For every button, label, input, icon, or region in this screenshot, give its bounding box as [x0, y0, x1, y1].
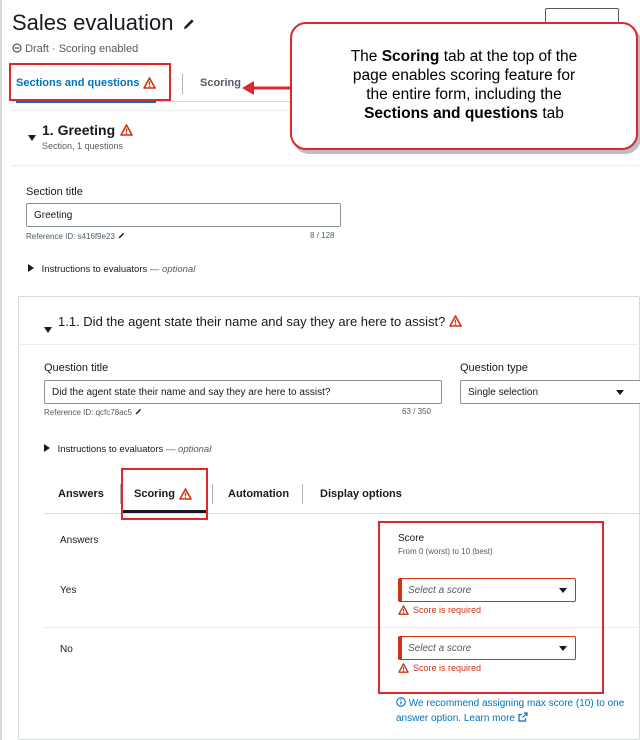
instructions-label: Instructions to evaluators: [41, 264, 148, 275]
question-char-count: 63 / 350: [402, 407, 431, 416]
left-frame-border: [0, 0, 2, 740]
instructions-label: Instructions to evaluators: [57, 444, 164, 455]
tab-automation[interactable]: Automation: [228, 488, 289, 500]
callout-text-part: tab: [538, 104, 564, 122]
highlight-box-score-column: [378, 521, 604, 694]
dropdown-arrow-icon: [616, 389, 624, 395]
instructions-optional: — optional: [149, 264, 196, 275]
question-instructions-toggle[interactable]: Instructions to evaluators — optional: [44, 444, 211, 455]
tab-display-options[interactable]: Display options: [320, 488, 402, 500]
section-subtitle: Section, 1 questions: [42, 141, 124, 151]
answer-no: No: [60, 644, 73, 655]
callout-text-part: The: [350, 48, 382, 66]
section-char-count: 8 / 128: [310, 231, 335, 240]
callout-text-part: the entire form, including the: [366, 86, 562, 103]
caret-right-icon: [28, 264, 34, 272]
recommendation-text: We recommend assigning max score (10) to…: [396, 698, 625, 724]
question-type-label: Question type: [460, 362, 528, 374]
tab-answers[interactable]: Answers: [58, 488, 104, 500]
callout-arrow: [242, 81, 292, 95]
question-type-select[interactable]: Single selection: [460, 380, 640, 404]
section-header: 1. Greeting: [42, 122, 133, 140]
status-scoring: Scoring enabled: [58, 43, 139, 55]
warning-icon: [119, 124, 133, 136]
callout-text: The Scoring tab at the top of the page e…: [351, 48, 578, 124]
section-collapse-toggle[interactable]: [28, 128, 36, 146]
score-recommendation[interactable]: We recommend assigning max score (10) to…: [396, 697, 640, 726]
callout-text-part: tab at the top of the: [439, 48, 578, 66]
tab-divider: [212, 484, 213, 504]
external-link-icon: [518, 711, 528, 722]
caret-right-icon: [44, 444, 50, 452]
tab-divider: [182, 74, 183, 94]
question-collapse-toggle[interactable]: [44, 320, 52, 338]
reference-id-text: Reference ID: s416f9e23: [26, 232, 115, 241]
question-reference-id: Reference ID: qcfc78ac5: [44, 407, 143, 417]
callout-bold-scoring: Scoring: [381, 48, 440, 66]
highlight-box-scoring-tab: [121, 468, 208, 520]
question-title: 1.1. Did the agent state their name and …: [58, 314, 446, 329]
reference-id-text: Reference ID: qcfc78ac5: [44, 408, 133, 417]
status-separator: ·: [51, 43, 56, 55]
instructions-optional: — optional: [165, 444, 212, 455]
question-header: 1.1. Did the agent state their name and …: [58, 314, 462, 329]
question-title-input[interactable]: Did the agent state their name and say t…: [44, 380, 442, 404]
tab-divider: [302, 484, 303, 504]
callout-bold-sections: Sections and questions: [364, 104, 539, 122]
edit-pencil-icon[interactable]: [181, 16, 197, 32]
section-title-input[interactable]: Greeting: [26, 203, 341, 227]
highlight-box-sections-tab: [9, 63, 171, 101]
question-title-label: Question title: [44, 362, 109, 374]
form-status: Draft · Scoring enabled: [12, 43, 138, 55]
tab-label: Display options: [320, 488, 402, 500]
annotation-callout: The Scoring tab at the top of the page e…: [290, 22, 638, 150]
draft-status-icon: [12, 43, 22, 53]
callout-text-part: page enables scoring feature for: [352, 67, 576, 85]
status-draft: Draft: [25, 43, 49, 55]
caret-down-icon: [28, 135, 36, 141]
answer-yes: Yes: [60, 585, 77, 596]
tab-scoring[interactable]: Scoring: [200, 64, 241, 102]
divider: [19, 344, 640, 345]
tab-label: Scoring: [200, 77, 241, 89]
tab-label: Automation: [228, 488, 290, 500]
info-icon: [396, 697, 406, 707]
divider: [12, 165, 640, 166]
caret-down-icon: [44, 327, 52, 333]
tab-label: Answers: [58, 488, 104, 500]
page-title: Sales evaluation: [12, 10, 174, 35]
edit-pencil-icon[interactable]: [117, 231, 126, 240]
warning-icon: [449, 315, 462, 327]
section-title: 1. Greeting: [42, 122, 116, 138]
section-instructions-toggle[interactable]: Instructions to evaluators — optional: [28, 264, 195, 275]
section-reference-id: Reference ID: s416f9e23: [26, 231, 126, 241]
section-title-label: Section title: [26, 186, 83, 198]
edit-pencil-icon[interactable]: [134, 407, 143, 416]
answers-column-header: Answers: [60, 535, 99, 546]
question-type-value: Single selection: [468, 386, 539, 398]
